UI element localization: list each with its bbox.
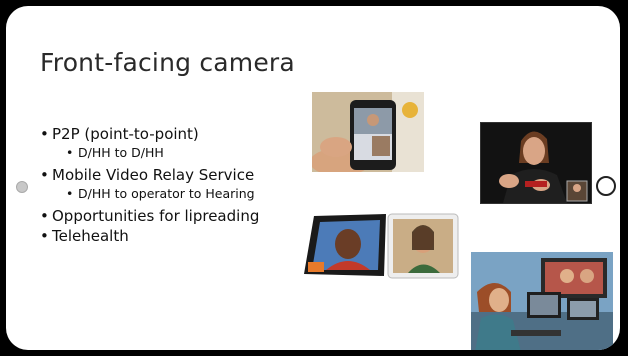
photo-telehealth [471,252,613,350]
bullet-list: • P2P (point-to-point) • D/HH to D/HH • Mob… [40,124,259,246]
photo-tablets-videocall [304,212,462,280]
photo-sign-language [480,122,592,204]
tablets-illustration [304,213,459,279]
phone-illustration [312,92,424,172]
telehealth-illustration [471,252,613,350]
bullet-item: • P2P (point-to-point) [40,125,199,143]
sub-bullet-item: • D/HH to operator to Hearing [66,186,255,201]
bullet-item: • Mobile Video Relay Service [40,166,255,184]
sub-bullet-item: • D/HH to D/HH [66,145,164,160]
photo-phone-videocall [312,92,424,172]
signer-illustration [481,123,591,203]
bullet-item: • Opportunities for lipreading [40,207,260,225]
bullet-item: • Telehealth [40,227,129,245]
camera-icon [596,176,616,196]
slide-title: Front-facing camera [40,48,295,77]
home-button-icon [16,181,28,193]
ipad-frame: Front-facing camera • P2P (point-to-point… [6,6,620,350]
